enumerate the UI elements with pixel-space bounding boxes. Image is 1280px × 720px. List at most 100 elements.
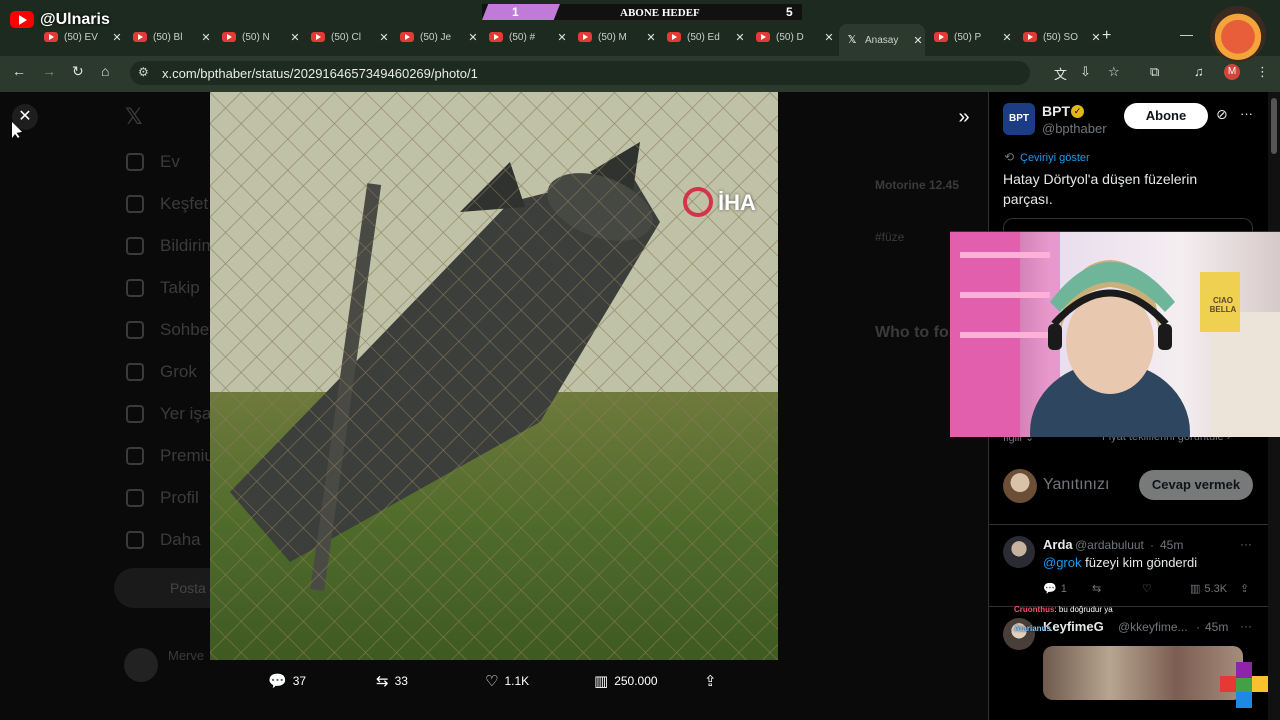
tab-close-icon[interactable]: ✕ xyxy=(1000,31,1014,44)
browser-tab[interactable]: (50) D ✕ xyxy=(750,26,836,48)
repost-action[interactable]: ⇆ 33 xyxy=(376,672,408,690)
reply-author-handle[interactable]: @ardabuluut xyxy=(1075,538,1144,552)
reply-submit-button[interactable]: Cevap vermek xyxy=(1139,470,1253,500)
scrollbar-thumb[interactable] xyxy=(1271,98,1277,154)
grok-icon[interactable]: ⊘ xyxy=(1216,106,1228,123)
new-tab-button[interactable]: + xyxy=(1102,27,1111,45)
minimize-button[interactable]: — xyxy=(1180,27,1193,42)
tweet-author-handle[interactable]: @bpthaber xyxy=(1042,121,1107,136)
home-icon[interactable]: ⌂ xyxy=(101,63,109,79)
extensions-icon[interactable]: ⧉ xyxy=(1150,64,1159,80)
reply-media-image[interactable] xyxy=(1043,646,1243,700)
profile-avatar[interactable]: M xyxy=(1224,64,1240,80)
browser-tab[interactable]: (50) P ✕ xyxy=(928,26,1014,48)
nav-label: Ev xyxy=(160,152,180,171)
subscribe-button[interactable]: Abone xyxy=(1124,103,1208,129)
tweet-photo[interactable]: İHA xyxy=(210,92,778,660)
share-action[interactable]: ⇪ xyxy=(704,672,717,690)
browser-tab[interactable]: (50) Je ✕ xyxy=(394,26,480,48)
reply-author-name[interactable]: Arda xyxy=(1043,537,1073,552)
tab-close-icon[interactable]: ✕ xyxy=(1089,31,1103,44)
browser-tab[interactable]: (50) Bl ✕ xyxy=(127,26,213,48)
browser-tab[interactable]: (50) M ✕ xyxy=(572,26,658,48)
reply-time[interactable]: 45m xyxy=(1160,538,1183,552)
tab-close-icon[interactable]: ✕ xyxy=(733,31,747,44)
nav-icon xyxy=(126,405,144,423)
translate-icon[interactable]: 文 xyxy=(1054,64,1067,83)
divider xyxy=(988,524,1268,525)
youtube-favicon-icon xyxy=(44,32,58,42)
tab-close-icon[interactable]: ✕ xyxy=(911,34,925,47)
site-info-icon[interactable]: ⚙ xyxy=(138,65,149,79)
nav-icon xyxy=(126,447,144,465)
reply-author-handle[interactable]: @kkeyfime... xyxy=(1118,620,1188,634)
nav-icon xyxy=(126,489,144,507)
reply-like-action[interactable]: ♡ xyxy=(1142,582,1152,595)
reply-repost-action[interactable]: ⇆ xyxy=(1092,582,1101,595)
reload-icon[interactable]: ↻ xyxy=(72,63,84,80)
tab-label: (50) N xyxy=(242,31,270,43)
reply-avatar-arda[interactable] xyxy=(1003,536,1035,568)
youtube-favicon-icon xyxy=(934,32,948,42)
browser-tab[interactable]: 𝕏 Anasay ✕ xyxy=(839,24,925,56)
like-action[interactable]: ♡ 1.1K xyxy=(485,672,529,690)
nav-icon xyxy=(126,237,144,255)
heart-icon: ♡ xyxy=(485,673,499,690)
tab-label: (50) Cl xyxy=(331,31,362,43)
tweet-text: Hatay Dörtyol'a düşen füzelerin parçası. xyxy=(1003,171,1198,207)
reply-icon: 💬 xyxy=(1043,583,1057,595)
tab-close-icon[interactable]: ✕ xyxy=(288,31,302,44)
tweet-author-name[interactable]: BPT xyxy=(1042,103,1070,119)
browser-tab[interactable]: (50) Ed ✕ xyxy=(661,26,747,48)
reply-mention[interactable]: @grok xyxy=(1043,555,1082,570)
account-avatar-bpt[interactable]: BPT xyxy=(1003,103,1035,135)
chat-user: Cruonthus xyxy=(1014,605,1055,614)
tab-close-icon[interactable]: ✕ xyxy=(110,31,124,44)
browser-menu-icon[interactable]: ⋮ xyxy=(1256,64,1269,80)
tab-close-icon[interactable]: ✕ xyxy=(466,31,480,44)
tab-close-icon[interactable]: ✕ xyxy=(199,31,213,44)
browser-tab[interactable]: (50) SO ✕ xyxy=(1017,26,1103,48)
youtube-favicon-icon xyxy=(489,32,503,42)
chat-text: : bu doğrudur ya xyxy=(1054,605,1113,614)
browser-tab[interactable]: (50) Cl ✕ xyxy=(305,26,391,48)
more-options-icon[interactable]: ··· xyxy=(1240,106,1253,121)
chat-message: Atarianus xyxy=(1014,624,1051,633)
browser-tab[interactable]: (50) # ✕ xyxy=(483,26,569,48)
reply-reply-action[interactable]: 💬 1 xyxy=(1043,582,1067,596)
reply-input[interactable]: Yanıtınızı xyxy=(1043,476,1109,494)
tab-close-icon[interactable]: ✕ xyxy=(822,31,836,44)
views-action[interactable]: ▥ 250.000 xyxy=(594,672,658,690)
reply-time[interactable]: 45m xyxy=(1205,620,1228,634)
reply-author-name[interactable]: KeyfimeG xyxy=(1043,619,1104,634)
browser-tab[interactable]: (50) EV ✕ xyxy=(38,26,124,48)
reply-more-icon[interactable]: ··· xyxy=(1240,619,1252,633)
tab-close-icon[interactable]: ✕ xyxy=(377,31,391,44)
bookmark-star-icon[interactable]: ☆ xyxy=(1108,64,1120,80)
account-avatar xyxy=(124,648,158,682)
nav-icon xyxy=(126,279,144,297)
show-translation-link[interactable]: Çeviriyi göster xyxy=(1020,152,1090,164)
tab-label: (50) Ed xyxy=(687,31,720,43)
reply-views-action[interactable]: ▥ 5.3K xyxy=(1190,582,1227,596)
goal-current: 1 xyxy=(512,5,519,19)
reply-action[interactable]: 💬 37 xyxy=(268,672,306,690)
reply-icon: 💬 xyxy=(268,673,287,690)
back-icon[interactable]: ← xyxy=(12,63,26,79)
tab-close-icon[interactable]: ✕ xyxy=(555,31,569,44)
collapse-panel-button[interactable]: » xyxy=(950,104,978,132)
url-text[interactable]: x.com/bpthaber/status/202916465734946026… xyxy=(162,66,478,81)
install-app-icon[interactable]: ⇩ xyxy=(1080,64,1091,80)
tab-close-icon[interactable]: ✕ xyxy=(644,31,658,44)
forward-icon[interactable]: → xyxy=(42,63,56,79)
reply-more-icon[interactable]: ··· xyxy=(1240,537,1252,551)
repost-count: 33 xyxy=(394,674,408,688)
browser-tab[interactable]: (50) N ✕ xyxy=(216,26,302,48)
channel-handle: @Ulnaris xyxy=(40,11,110,28)
views-chart-icon: ▥ xyxy=(1190,583,1201,595)
reply-share-action[interactable]: ⇪ xyxy=(1240,582,1249,595)
pillow-text: CIAO BELLA xyxy=(1209,296,1237,314)
tab-label: (50) Je xyxy=(420,31,452,43)
reply-avatar-keyfime[interactable] xyxy=(1003,618,1035,650)
media-control-icon[interactable]: ♫ xyxy=(1194,64,1204,79)
